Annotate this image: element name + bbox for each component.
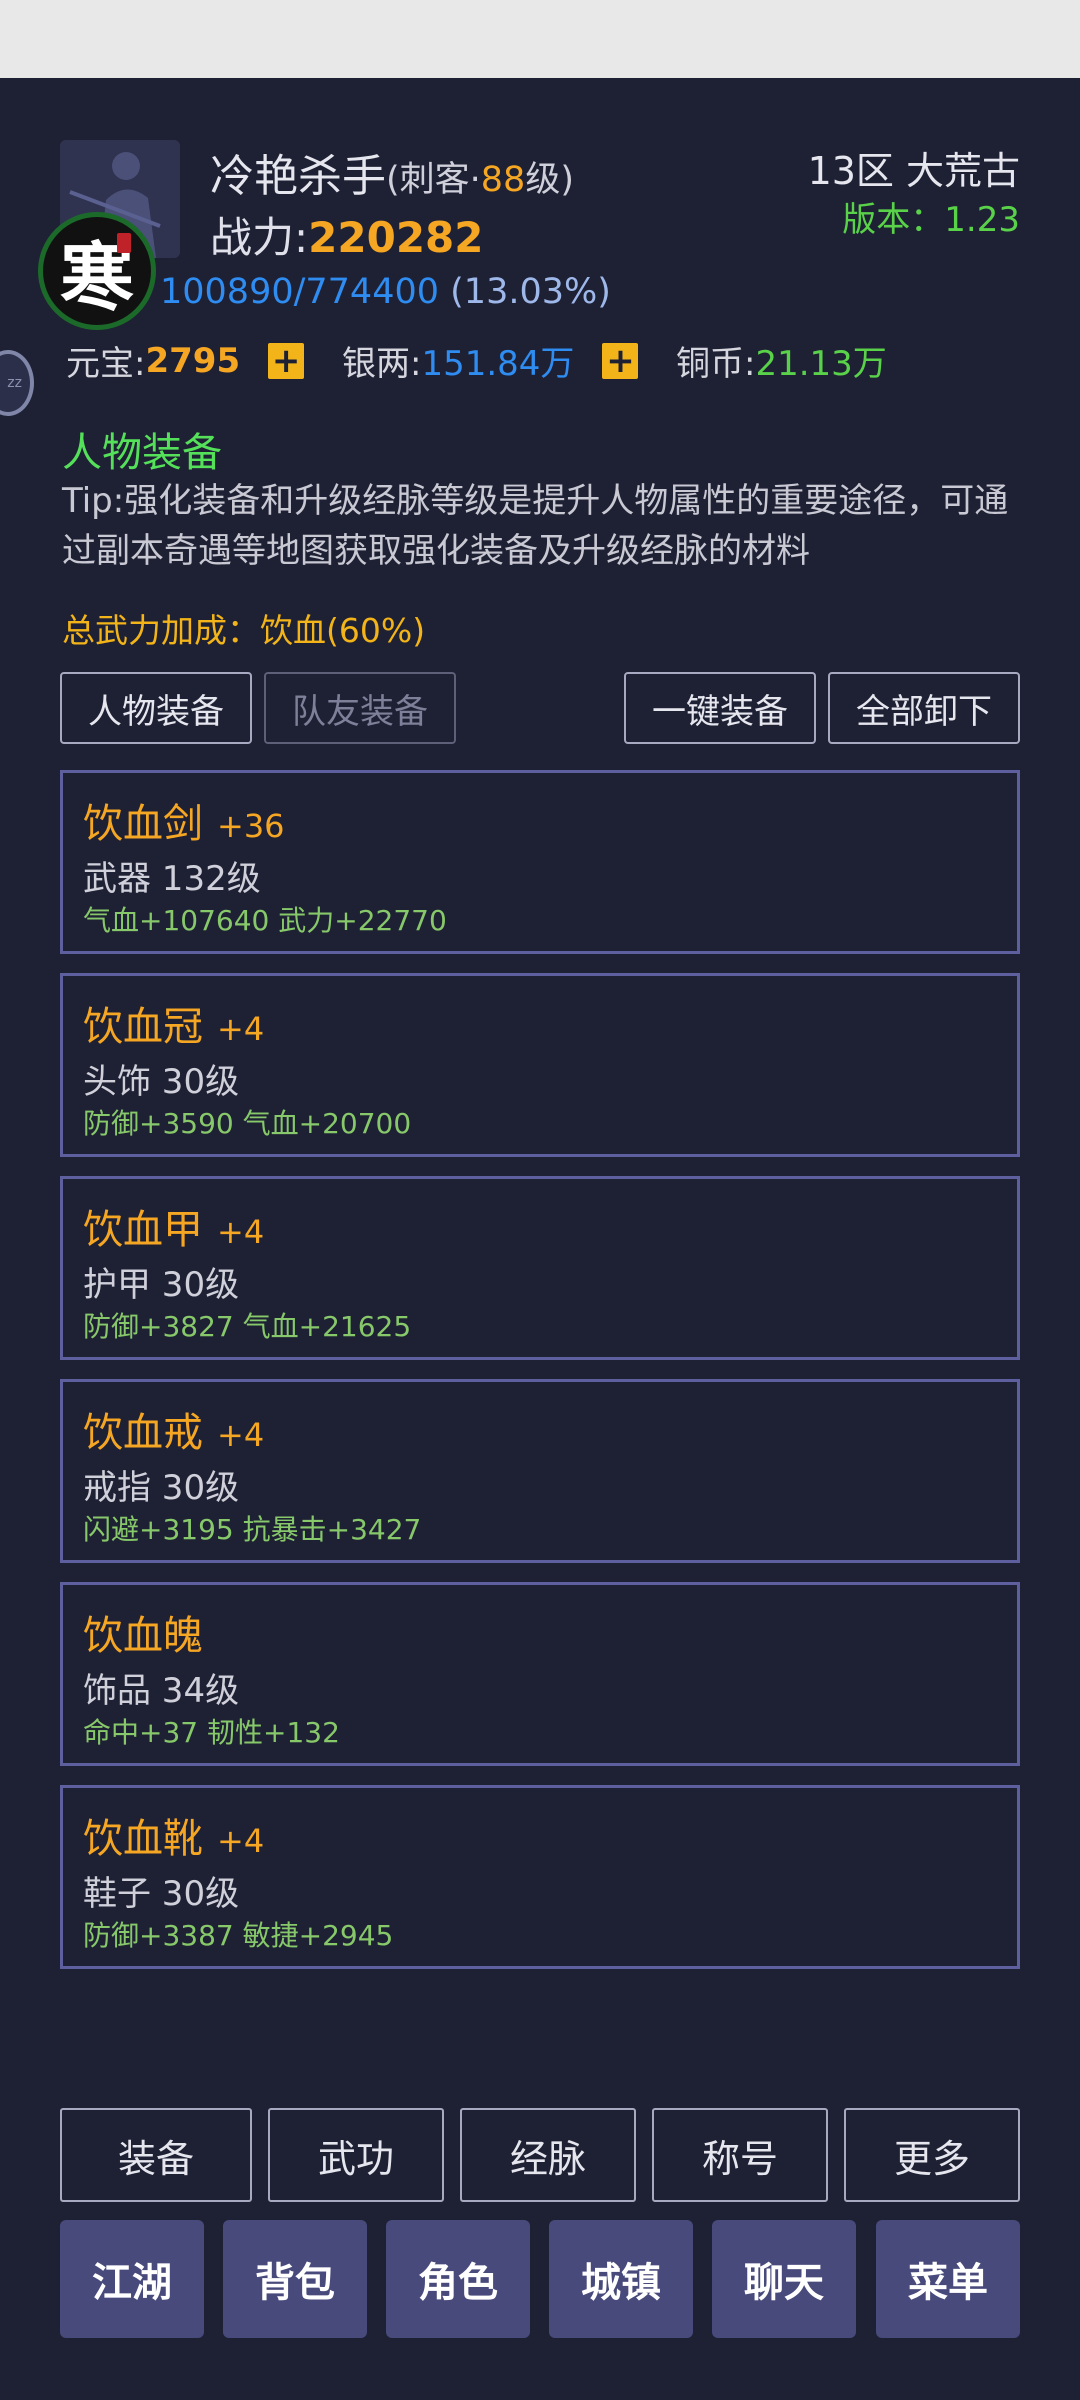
equip-name: 饮血魄 bbox=[83, 1613, 203, 1659]
equip-name: 饮血甲 bbox=[83, 1207, 203, 1253]
character-equipment-button[interactable]: 人物装备 bbox=[60, 672, 252, 744]
equipment-card-helmet[interactable]: 饮血冠 +4 头饰 30级 防御+3590 气血+20700 bbox=[60, 973, 1020, 1157]
version-label: 版本：1.23 bbox=[842, 200, 1020, 240]
equip-type: 武器 132级 bbox=[83, 859, 261, 899]
yuanbao-currency: 元宝: 2795 + bbox=[66, 336, 305, 385]
equip-enhance: +4 bbox=[217, 1416, 265, 1454]
yuanbao-value: 2795 bbox=[145, 340, 241, 381]
exp-percent: (13.03%) bbox=[450, 272, 611, 312]
equip-attrs: 防御+3827 气血+21625 bbox=[83, 1310, 412, 1343]
copper-currency: 铜币: 21.13万 bbox=[676, 336, 887, 385]
copper-value: 21.13万 bbox=[755, 344, 887, 384]
equip-type: 头饰 30级 bbox=[83, 1062, 240, 1102]
nav-menu[interactable]: 菜单 bbox=[876, 2220, 1020, 2338]
total-bonus: 总武力加成：饮血(60%) bbox=[62, 611, 426, 650]
nav-jianghu[interactable]: 江湖 bbox=[60, 2220, 204, 2338]
power-value: 220282 bbox=[308, 213, 484, 262]
sleep-float-button[interactable]: zz bbox=[0, 350, 34, 416]
equip-type: 饰品 34级 bbox=[83, 1671, 240, 1711]
class-prefix: (刺客· bbox=[386, 160, 481, 200]
equip-attrs: 气血+107640 武力+22770 bbox=[83, 904, 447, 937]
character-name: 冷艳杀手 bbox=[210, 151, 386, 202]
equip-name: 饮血冠 bbox=[83, 1004, 203, 1050]
one-key-equip-button[interactable]: 一键装备 bbox=[624, 672, 816, 744]
tab-equipment[interactable]: 装备 bbox=[60, 2108, 252, 2202]
yuanbao-label: 元宝: bbox=[66, 344, 146, 384]
equip-enhance: +4 bbox=[217, 1213, 265, 1251]
equip-name: 饮血戒 bbox=[83, 1410, 203, 1456]
equip-enhance: +4 bbox=[217, 1822, 265, 1860]
teammate-equipment-button[interactable]: 队友装备 bbox=[264, 672, 456, 744]
nav-town[interactable]: 城镇 bbox=[549, 2220, 693, 2338]
sleep-icon: zz bbox=[7, 375, 22, 391]
equipment-card-weapon[interactable]: 饮血剑 +36 武器 132级 气血+107640 武力+22770 bbox=[60, 770, 1020, 954]
nav-backpack[interactable]: 背包 bbox=[223, 2220, 367, 2338]
tip-text: Tip:强化装备和升级经脉等级是提升人物属性的重要途径，可通过副本奇遇等地图获取… bbox=[62, 481, 1009, 571]
nav-character[interactable]: 角色 bbox=[386, 2220, 530, 2338]
class-suffix: 级) bbox=[525, 160, 574, 200]
character-level: 88 bbox=[480, 160, 526, 200]
equip-attrs: 防御+3590 气血+20700 bbox=[83, 1107, 412, 1140]
equipment-card-accessory[interactable]: 饮血魄 饰品 34级 命中+37 韧性+132 bbox=[60, 1582, 1020, 1766]
exp-value: 100890/774400 bbox=[160, 272, 440, 312]
equipment-card-boots[interactable]: 饮血靴 +4 鞋子 30级 防御+3387 敏捷+2945 bbox=[60, 1785, 1020, 1969]
equip-type: 鞋子 30级 bbox=[83, 1874, 240, 1914]
equip-type: 戒指 30级 bbox=[83, 1468, 240, 1508]
combat-power: 战力:220282 bbox=[210, 204, 484, 265]
status-bar bbox=[0, 0, 1080, 78]
add-silver-icon[interactable]: + bbox=[602, 342, 639, 379]
equip-enhance: +36 bbox=[217, 807, 285, 845]
copper-label: 铜币: bbox=[676, 344, 756, 384]
server-seal-icon: 寒 bbox=[38, 212, 156, 330]
equip-enhance: +4 bbox=[217, 1010, 265, 1048]
red-stamp-mark bbox=[117, 233, 131, 253]
add-yuanbao-icon[interactable]: + bbox=[268, 342, 305, 379]
equip-type: 护甲 30级 bbox=[83, 1265, 240, 1305]
silver-label: 银两: bbox=[342, 344, 422, 384]
tab-titles[interactable]: 称号 bbox=[652, 2108, 828, 2202]
unequip-all-button[interactable]: 全部卸下 bbox=[828, 672, 1020, 744]
tab-martial-arts[interactable]: 武功 bbox=[268, 2108, 444, 2202]
section-title: 人物装备 bbox=[62, 430, 222, 476]
tab-more[interactable]: 更多 bbox=[844, 2108, 1020, 2202]
nav-chat[interactable]: 聊天 bbox=[712, 2220, 856, 2338]
equip-name: 饮血靴 bbox=[83, 1816, 203, 1862]
character-name-line: 冷艳杀手(刺客·88级) bbox=[210, 140, 574, 204]
silver-value: 151.84万 bbox=[421, 344, 575, 384]
equip-attrs: 命中+37 韧性+132 bbox=[83, 1716, 340, 1749]
equip-attrs: 闪避+3195 抗暴击+3427 bbox=[83, 1513, 422, 1546]
equipment-card-ring[interactable]: 饮血戒 +4 戒指 30级 闪避+3195 抗暴击+3427 bbox=[60, 1379, 1020, 1563]
silver-currency: 银两: 151.84万 + bbox=[342, 336, 639, 385]
server-name: 13区 大荒古 bbox=[807, 149, 1020, 193]
equip-attrs: 防御+3387 敏捷+2945 bbox=[83, 1919, 394, 1952]
equip-name: 饮血剑 bbox=[83, 801, 203, 847]
equipment-card-armor[interactable]: 饮血甲 +4 护甲 30级 防御+3827 气血+21625 bbox=[60, 1176, 1020, 1360]
experience: 100890/774400 (13.03%) bbox=[160, 272, 611, 312]
power-label: 战力: bbox=[210, 213, 309, 262]
tab-meridians[interactable]: 经脉 bbox=[460, 2108, 636, 2202]
